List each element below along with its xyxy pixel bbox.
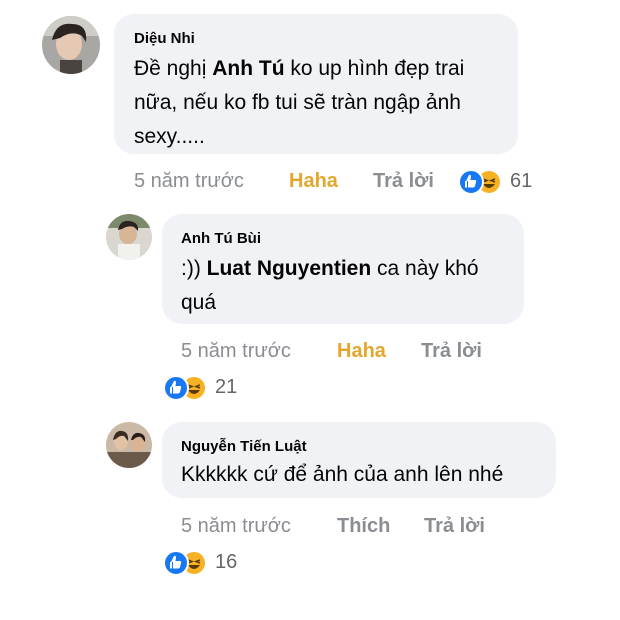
comment-text-part: :))	[181, 257, 207, 280]
avatar-image	[106, 422, 152, 468]
like-button[interactable]: Thích	[337, 515, 390, 538]
comment-text-part: ko up hình đẹp trai	[284, 57, 465, 80]
reaction-count: 21	[215, 376, 238, 398]
like-reaction-icon	[163, 550, 189, 576]
comment-timestamp[interactable]: 5 năm trước	[181, 515, 291, 538]
like-reaction-icon	[458, 169, 484, 195]
comment-text-part: Đề nghị	[134, 57, 213, 80]
avatar-image	[106, 214, 152, 260]
comment-text-line: quá	[181, 291, 217, 314]
avatar-nguyen-tien-luat[interactable]	[106, 422, 152, 468]
avatar-image	[42, 16, 100, 74]
avatar-anh-tu-bui[interactable]	[106, 214, 152, 260]
comment-text-part: ca này khó	[371, 257, 479, 280]
reply-button[interactable]: Trả lời	[421, 340, 482, 363]
reply-button[interactable]: Trả lời	[424, 515, 485, 538]
comment-timestamp[interactable]: 5 năm trước	[134, 170, 244, 193]
avatar-dieu-nhi[interactable]	[42, 16, 100, 74]
comment-text: Đề nghị Anh Tú ko up hình đẹp trai nữa, …	[134, 52, 514, 154]
comment-timestamp[interactable]: 5 năm trước	[181, 340, 291, 363]
comment-text-line: sexy.....	[134, 125, 205, 148]
reaction-count: 61	[510, 170, 533, 192]
reaction-count: 16	[215, 551, 238, 573]
comment-author[interactable]: Anh Tú Bùi	[181, 230, 261, 247]
comment-text-line: Kkkkkk cứ để ảnh của anh lên nhé	[181, 463, 504, 486]
comment-mention[interactable]: Luat Nguyentien	[207, 257, 372, 280]
comment-text-line: nữa, nếu ko fb tui sẽ tràn ngập ảnh	[134, 91, 461, 114]
comment-author[interactable]: Diệu Nhi	[134, 30, 195, 47]
comment-author[interactable]: Nguyễn Tiến Luật	[181, 438, 307, 455]
comment-text: :)) Luat Nguyentien ca này khó quá	[181, 252, 521, 320]
comment-text: Kkkkkk cứ để ảnh của anh lên nhé	[181, 458, 553, 492]
reply-button[interactable]: Trả lời	[373, 170, 434, 193]
like-reaction-icon	[163, 375, 189, 401]
reaction-button[interactable]: Haha	[337, 340, 386, 363]
reaction-button[interactable]: Haha	[289, 170, 338, 193]
comment-mention[interactable]: Anh Tú	[212, 57, 284, 80]
